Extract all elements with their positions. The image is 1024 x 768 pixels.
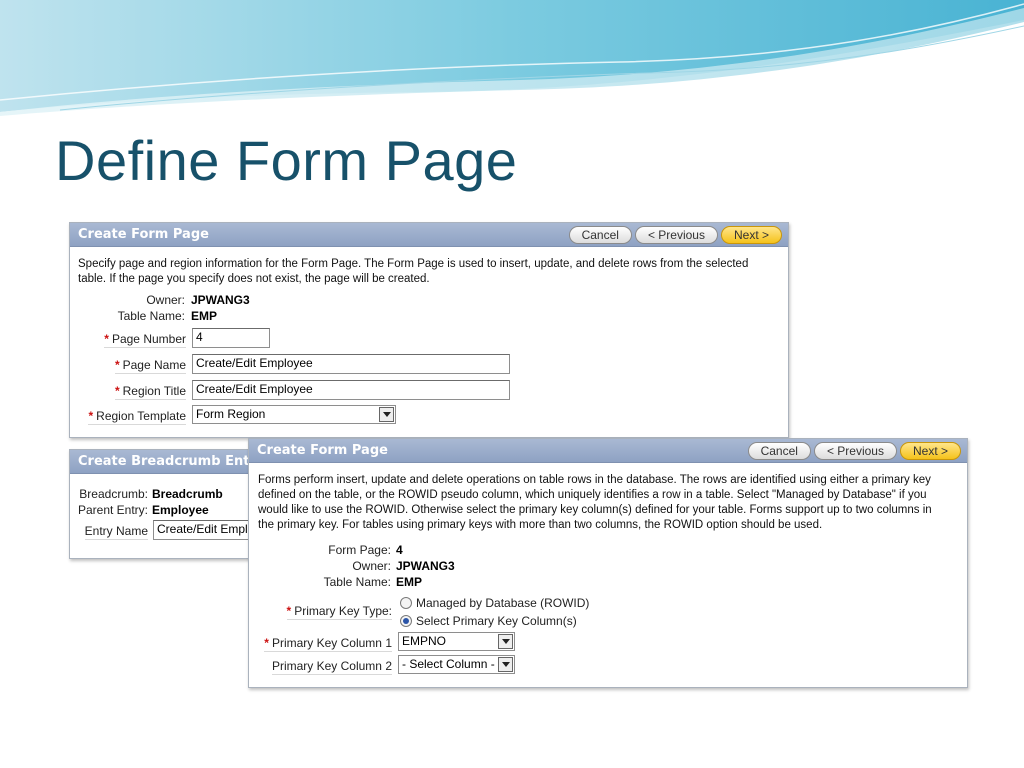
description-line: table. If the page you specify does not … bbox=[78, 273, 430, 285]
panel-header: Create Form Page Cancel < Previous Next … bbox=[249, 439, 967, 463]
table-name-label: Table Name: bbox=[117, 309, 185, 323]
chevron-down-icon[interactable] bbox=[379, 407, 394, 422]
description-line: the primary key. For tables using primar… bbox=[258, 519, 823, 531]
parent-entry-label: Parent Entry: bbox=[77, 503, 148, 517]
region-title-input[interactable]: Create/Edit Employee bbox=[192, 380, 510, 400]
region-template-label: * Region Template bbox=[88, 409, 186, 425]
radio-button-selected[interactable] bbox=[400, 615, 412, 627]
previous-button[interactable]: < Previous bbox=[634, 226, 718, 244]
primary-key-column-1-label: * Primary Key Column 1 bbox=[264, 636, 392, 652]
table-name-value: EMP bbox=[191, 309, 218, 323]
owner-label: Owner: bbox=[146, 293, 185, 307]
region-template-select[interactable]: Form Region bbox=[192, 405, 396, 424]
select-value: Form Region bbox=[196, 407, 266, 421]
radio-label: Managed by Database (ROWID) bbox=[416, 596, 590, 610]
radio-button[interactable] bbox=[400, 597, 412, 609]
chevron-down-icon[interactable] bbox=[498, 634, 513, 649]
breadcrumb-value: Breadcrumb bbox=[152, 487, 223, 501]
breadcrumb-label: Breadcrumb: bbox=[79, 487, 148, 501]
page-name-input[interactable]: Create/Edit Employee bbox=[192, 354, 510, 374]
parent-entry-value: Employee bbox=[152, 503, 209, 517]
required-icon: * bbox=[286, 604, 292, 618]
page-number-input[interactable]: 4 bbox=[192, 328, 270, 348]
label-text: Page Number bbox=[111, 332, 186, 346]
label-text: Primary Key Column 1 bbox=[271, 636, 392, 650]
chevron-down-icon[interactable] bbox=[498, 657, 513, 672]
page-name-label: * Page Name bbox=[114, 358, 186, 374]
owner-value: JPWANG3 bbox=[396, 559, 455, 573]
previous-button[interactable]: < Previous bbox=[813, 442, 897, 460]
form-page-label: Form Page: bbox=[328, 543, 391, 557]
next-button[interactable]: Next > bbox=[720, 226, 782, 244]
description-line: Specify page and region information for … bbox=[78, 258, 749, 270]
panel-description: Forms perform insert, update and delete … bbox=[258, 473, 963, 533]
table-name-label: Table Name: bbox=[323, 575, 391, 589]
select-value: - Select Column - bbox=[402, 657, 495, 671]
form-page-value: 4 bbox=[396, 543, 403, 557]
required-icon: * bbox=[114, 358, 120, 372]
table-name-value: EMP bbox=[396, 575, 423, 589]
label-text: Page Name bbox=[122, 358, 186, 372]
create-form-page-panel: Create Form Page Cancel < Previous Next … bbox=[69, 222, 789, 438]
primary-key-type-label: * Primary Key Type: bbox=[286, 604, 392, 620]
wizard-buttons: Cancel < Previous Next > bbox=[747, 442, 961, 460]
required-icon: * bbox=[264, 636, 269, 650]
primary-key-column-2-label: Primary Key Column 2 bbox=[271, 659, 392, 675]
page-number-label: * Page Number bbox=[104, 332, 186, 348]
wizard-buttons: Cancel < Previous Next > bbox=[568, 226, 782, 244]
create-form-page-panel-front: Create Form Page Cancel < Previous Next … bbox=[248, 438, 968, 688]
panel-title: Create Form Page bbox=[257, 443, 388, 458]
radio-managed-by-database[interactable]: Managed by Database (ROWID) bbox=[400, 596, 589, 610]
owner-value: JPWANG3 bbox=[191, 293, 250, 307]
label-text: Region Template bbox=[96, 409, 186, 423]
owner-label: Owner: bbox=[352, 559, 391, 573]
panel-description: Specify page and region information for … bbox=[78, 257, 778, 287]
required-icon: * bbox=[104, 332, 109, 346]
description-line: would like to use the ROWID. Otherwise s… bbox=[258, 504, 932, 516]
wave-decoration bbox=[0, 0, 1024, 116]
label-text: Region Title bbox=[122, 384, 186, 398]
primary-key-column-2-select[interactable]: - Select Column - bbox=[398, 655, 515, 674]
entry-name-label: Entry Name bbox=[84, 524, 148, 540]
slide-title: Define Form Page bbox=[55, 129, 518, 192]
radio-select-primary-key[interactable]: Select Primary Key Column(s) bbox=[400, 614, 577, 628]
radio-label: Select Primary Key Column(s) bbox=[416, 614, 577, 628]
description-line: defined on the table, or the ROWID pseud… bbox=[258, 489, 927, 501]
cancel-button[interactable]: Cancel bbox=[568, 226, 632, 244]
select-value: EMPNO bbox=[402, 634, 447, 648]
panel-title: Create Form Page bbox=[78, 227, 209, 242]
panel-title: Create Breadcrumb Entry bbox=[78, 454, 265, 469]
region-title-label: * Region Title bbox=[114, 384, 186, 400]
required-icon: * bbox=[114, 384, 120, 398]
required-icon: * bbox=[88, 409, 94, 423]
cancel-button[interactable]: Cancel bbox=[747, 442, 811, 460]
primary-key-column-1-select[interactable]: EMPNO bbox=[398, 632, 515, 651]
description-line: Forms perform insert, update and delete … bbox=[258, 474, 931, 486]
panel-header: Create Form Page Cancel < Previous Next … bbox=[70, 223, 788, 247]
label-text: Primary Key Type: bbox=[294, 604, 392, 618]
next-button[interactable]: Next > bbox=[899, 442, 961, 460]
